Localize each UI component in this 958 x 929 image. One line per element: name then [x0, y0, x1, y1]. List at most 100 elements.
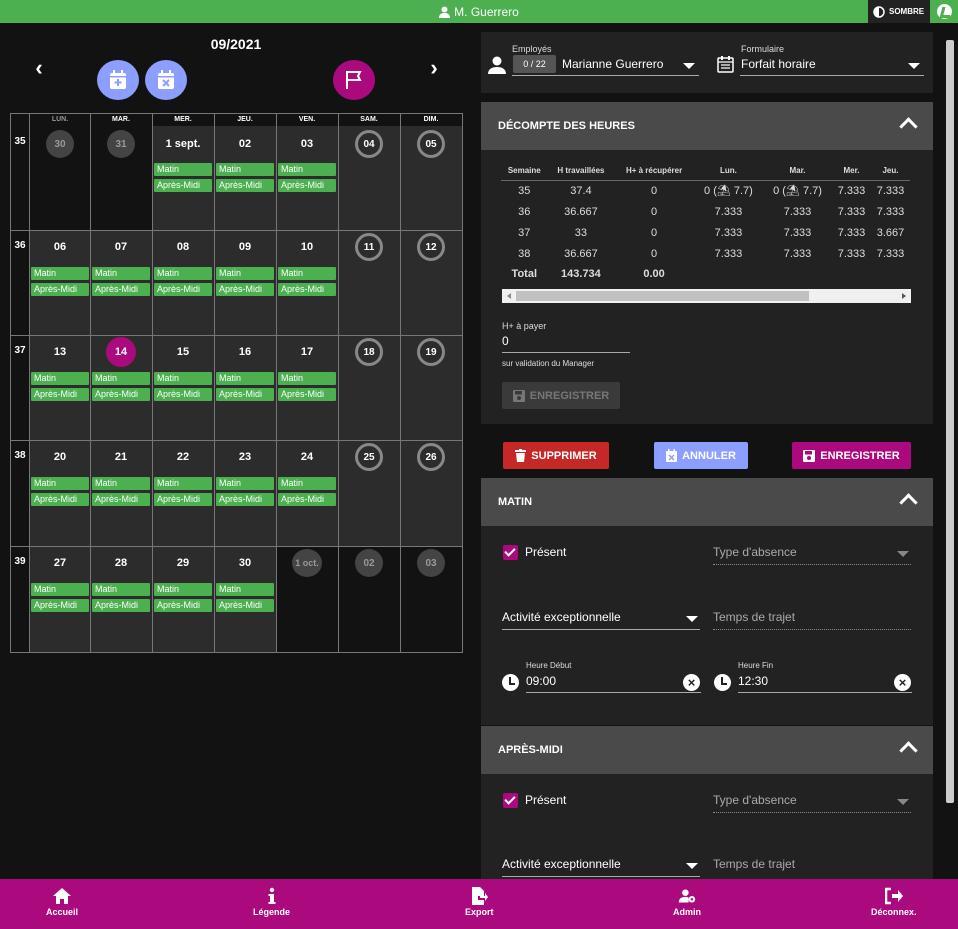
activity-dropdown-icon[interactable]	[686, 616, 698, 622]
event-morning[interactable]: Matin	[216, 267, 274, 280]
day-number[interactable]: 24	[276, 451, 338, 463]
event-afternoon[interactable]: Après-Midi	[216, 493, 274, 506]
day-number-outside-month[interactable]: 03	[417, 549, 445, 577]
scroll-left-icon[interactable]	[507, 293, 511, 299]
morning-absence-type-select[interactable]: Type d'absence	[713, 545, 797, 559]
day-number[interactable]: 10	[276, 241, 338, 253]
day-number[interactable]: 22	[152, 451, 214, 463]
absence-dropdown-icon[interactable]	[897, 551, 909, 557]
event-afternoon[interactable]: Après-Midi	[92, 388, 150, 401]
next-month-button[interactable]: ›	[424, 57, 444, 79]
clear-icon[interactable]: ×	[683, 674, 700, 691]
chevron-up-icon[interactable]	[899, 493, 918, 512]
page-vertical-scrollbar[interactable]	[943, 32, 958, 879]
previous-month-button[interactable]: ‹	[29, 57, 49, 79]
event-morning[interactable]: Matin	[278, 163, 336, 176]
day-number[interactable]: 20	[29, 451, 91, 463]
day-number-outside-month[interactable]: 31	[107, 130, 135, 158]
day-number-today[interactable]: 14	[106, 337, 136, 367]
day-number-weekend[interactable]: 12	[417, 233, 445, 261]
day-number[interactable]: 27	[29, 557, 91, 569]
extra-hours-pay-input[interactable]: 0	[502, 334, 509, 348]
theme-toggle-button[interactable]: SOMBRE	[868, 0, 930, 23]
event-afternoon[interactable]: Après-Midi	[278, 179, 336, 192]
event-afternoon[interactable]: Après-Midi	[278, 388, 336, 401]
day-number[interactable]: 16	[214, 346, 276, 358]
form-select[interactable]: Forfait horaire	[741, 57, 816, 71]
event-afternoon[interactable]: Après-Midi	[92, 283, 150, 296]
day-number-weekend[interactable]: 26	[417, 443, 445, 471]
day-number[interactable]: 02	[214, 138, 276, 150]
event-morning[interactable]: Matin	[92, 372, 150, 385]
event-morning[interactable]: Matin	[154, 583, 212, 596]
event-morning[interactable]: Matin	[154, 267, 212, 280]
event-morning[interactable]: Matin	[154, 163, 212, 176]
event-afternoon[interactable]: Après-Midi	[154, 179, 212, 192]
day-number-outside-month[interactable]: 02	[355, 549, 383, 577]
event-afternoon[interactable]: Après-Midi	[154, 599, 212, 612]
event-morning[interactable]: Matin	[92, 477, 150, 490]
event-morning[interactable]: Matin	[154, 477, 212, 490]
morning-section-header[interactable]: MATIN	[481, 478, 933, 526]
day-number[interactable]: 1 sept.	[152, 138, 214, 150]
afternoon-absence-type-select[interactable]: Type d'absence	[713, 793, 797, 807]
day-number-weekend[interactable]: 11	[355, 233, 383, 261]
day-number-weekend[interactable]: 05	[417, 130, 445, 158]
scrollbar-thumb[interactable]	[516, 291, 809, 301]
tally-section-header[interactable]: DÉCOMPTE DES HEURES	[481, 102, 933, 150]
nav-home[interactable]: Accueil	[46, 887, 78, 917]
morning-end-input[interactable]: 12:30	[738, 674, 768, 688]
day-number[interactable]: 08	[152, 241, 214, 253]
afternoon-present-checkbox[interactable]	[503, 793, 518, 808]
event-morning[interactable]: Matin	[31, 477, 89, 490]
activity-dropdown-icon[interactable]	[686, 863, 698, 869]
day-number[interactable]: 28	[90, 557, 152, 569]
event-afternoon[interactable]: Après-Midi	[154, 493, 212, 506]
cancel-button[interactable]: ANNULER	[654, 442, 748, 469]
absence-dropdown-icon[interactable]	[897, 799, 909, 805]
event-afternoon[interactable]: Après-Midi	[278, 283, 336, 296]
event-afternoon[interactable]: Après-Midi	[216, 599, 274, 612]
event-morning[interactable]: Matin	[92, 267, 150, 280]
event-afternoon[interactable]: Après-Midi	[216, 179, 274, 192]
save-button[interactable]: ENREGISTRER	[792, 442, 911, 469]
day-number[interactable]: 06	[29, 241, 91, 253]
form-dropdown-icon[interactable]	[908, 63, 920, 69]
event-morning[interactable]: Matin	[278, 267, 336, 280]
event-afternoon[interactable]: Après-Midi	[92, 493, 150, 506]
day-number[interactable]: 23	[214, 451, 276, 463]
day-number-outside-month[interactable]: 30	[46, 130, 74, 158]
day-number[interactable]: 13	[29, 346, 91, 358]
table-horizontal-scrollbar[interactable]	[502, 289, 911, 303]
nav-export[interactable]: Export	[465, 887, 494, 917]
event-morning[interactable]: Matin	[216, 477, 274, 490]
event-afternoon[interactable]: Après-Midi	[154, 283, 212, 296]
flag-button[interactable]	[333, 60, 375, 100]
event-morning[interactable]: Matin	[31, 583, 89, 596]
afternoon-activity-select[interactable]: Activité exceptionnelle	[502, 857, 621, 871]
chevron-up-icon[interactable]	[899, 117, 918, 136]
event-morning[interactable]: Matin	[216, 372, 274, 385]
event-morning[interactable]: Matin	[31, 372, 89, 385]
day-number[interactable]: 30	[214, 557, 276, 569]
employee-dropdown-icon[interactable]	[683, 63, 695, 69]
event-afternoon[interactable]: Après-Midi	[31, 599, 89, 612]
add-event-button[interactable]	[97, 60, 139, 100]
delete-button[interactable]: SUPPRIMER	[503, 442, 609, 469]
day-number-weekend[interactable]: 04	[355, 130, 383, 158]
event-afternoon[interactable]: Après-Midi	[31, 493, 89, 506]
event-afternoon[interactable]: Après-Midi	[31, 388, 89, 401]
event-morning[interactable]: Matin	[92, 583, 150, 596]
day-number[interactable]: 03	[276, 138, 338, 150]
nav-admin[interactable]: Admin	[673, 887, 701, 917]
day-number-weekend[interactable]: 25	[355, 443, 383, 471]
event-morning[interactable]: Matin	[216, 163, 274, 176]
event-morning[interactable]: Matin	[278, 477, 336, 490]
morning-present-checkbox[interactable]	[503, 545, 518, 560]
day-number-outside-month[interactable]: 1 oct.	[292, 549, 322, 577]
afternoon-section-header[interactable]: APRÈS-MIDI	[481, 726, 933, 774]
morning-activity-select[interactable]: Activité exceptionnelle	[502, 610, 621, 624]
nav-logout[interactable]: Déconnex.	[871, 887, 917, 917]
day-number[interactable]: 15	[152, 346, 214, 358]
scroll-right-icon[interactable]	[902, 293, 906, 299]
